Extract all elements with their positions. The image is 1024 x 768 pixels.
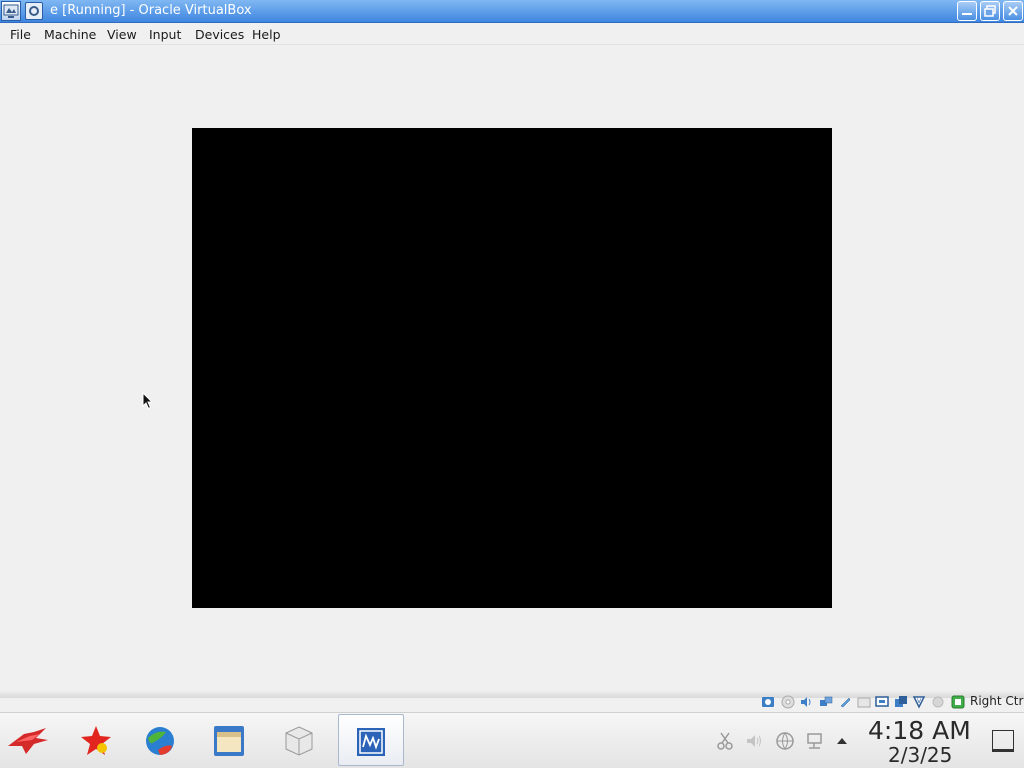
host-key-label: Right Ctrl: [970, 694, 1024, 708]
network-icon[interactable]: [819, 694, 833, 708]
start-menu-icon[interactable]: [0, 714, 64, 766]
show-desktop-icon[interactable]: [992, 730, 1014, 752]
optical-drive-icon[interactable]: [781, 694, 795, 709]
menu-machine[interactable]: Machine: [44, 27, 96, 42]
menu-input[interactable]: Input: [149, 27, 181, 42]
status-bar: V Right Ctrl: [0, 690, 1024, 712]
vm-display[interactable]: [192, 128, 832, 608]
cpu-icon[interactable]: [951, 694, 965, 709]
title-bar[interactable]: e [Running] - Oracle VirtualBox: [0, 0, 1024, 23]
mouse-cursor-icon: [142, 391, 154, 414]
file-manager-icon[interactable]: [197, 714, 261, 766]
taskbar: 4:18 AM 2/3/25: [0, 712, 1024, 768]
menu-view[interactable]: View: [107, 27, 137, 42]
close-icon[interactable]: [1003, 1, 1023, 21]
browser-globe-icon[interactable]: [128, 714, 192, 766]
audio-icon[interactable]: [799, 694, 813, 708]
usb-icon[interactable]: [838, 694, 852, 708]
network-globe-icon[interactable]: [775, 731, 795, 751]
minimize-icon[interactable]: [957, 1, 977, 21]
tray-expand-icon[interactable]: [834, 731, 854, 751]
menu-help[interactable]: Help: [252, 27, 281, 42]
app-star-icon[interactable]: [64, 714, 128, 766]
window-title: e [Running] - Oracle VirtualBox: [50, 3, 252, 18]
virtualbox-icon[interactable]: [1, 1, 21, 21]
window-menu-icon[interactable]: [25, 2, 43, 20]
clipboard-icon[interactable]: [715, 731, 735, 751]
mouse-integration-icon[interactable]: [931, 694, 945, 708]
shared-folders-icon[interactable]: [857, 694, 871, 708]
display-icon[interactable]: [875, 694, 889, 708]
clock-time[interactable]: 4:18 AM: [868, 716, 971, 745]
video-capture-icon[interactable]: [894, 694, 908, 708]
menu-file[interactable]: File: [10, 27, 31, 42]
restore-icon[interactable]: [980, 1, 1000, 21]
hard-disk-icon[interactable]: [761, 694, 775, 708]
recording-icon[interactable]: V: [912, 694, 926, 709]
computer-network-icon[interactable]: [805, 731, 825, 751]
menu-devices[interactable]: Devices: [195, 27, 244, 42]
virtualbox-task-icon[interactable]: [338, 714, 404, 766]
package-box-icon[interactable]: [267, 714, 331, 766]
menu-bar: File Machine View Input Devices Help: [0, 23, 1024, 45]
clock-date[interactable]: 2/3/25: [888, 743, 952, 767]
volume-icon[interactable]: [744, 731, 764, 751]
